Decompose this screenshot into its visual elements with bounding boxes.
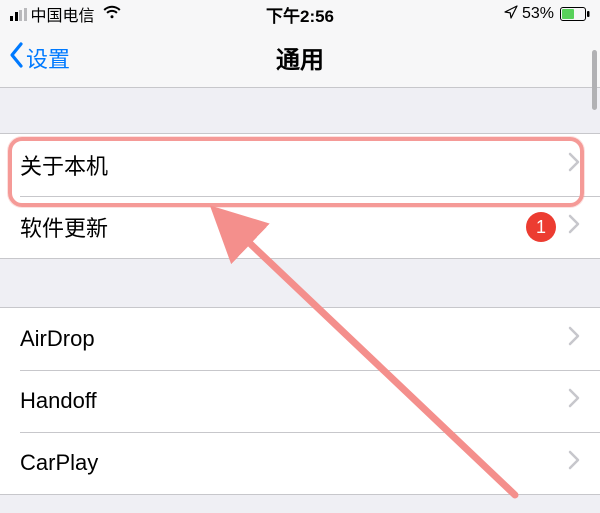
chevron-left-icon bbox=[8, 41, 24, 75]
chevron-right-icon bbox=[568, 325, 580, 353]
status-time: 下午2:56 bbox=[266, 2, 334, 27]
row-label: CarPlay bbox=[20, 450, 568, 476]
scrollbar[interactable] bbox=[592, 50, 597, 110]
location-icon bbox=[504, 5, 518, 24]
settings-group-2: AirDrop Handoff CarPlay bbox=[0, 307, 600, 495]
back-button[interactable]: 设置 bbox=[0, 41, 70, 75]
settings-group-1: 关于本机 软件更新 1 bbox=[0, 133, 600, 259]
battery-icon bbox=[560, 7, 590, 21]
row-label: Handoff bbox=[20, 388, 568, 414]
nav-bar: 设置 通用 bbox=[0, 28, 600, 88]
row-label: 软件更新 bbox=[20, 211, 526, 243]
row-label: 关于本机 bbox=[20, 149, 568, 181]
status-left: 中国电信 bbox=[10, 2, 121, 26]
back-label: 设置 bbox=[26, 42, 70, 74]
chevron-right-icon bbox=[568, 151, 580, 179]
carrier-label: 中国电信 bbox=[31, 2, 95, 26]
status-bar: 中国电信 下午2:56 53% bbox=[0, 0, 600, 28]
row-software-update[interactable]: 软件更新 1 bbox=[0, 196, 600, 258]
row-handoff[interactable]: Handoff bbox=[0, 370, 600, 432]
chevron-right-icon bbox=[568, 387, 580, 415]
chevron-right-icon bbox=[568, 213, 580, 241]
row-about[interactable]: 关于本机 bbox=[0, 134, 600, 196]
battery-pct: 53% bbox=[522, 5, 554, 23]
update-badge: 1 bbox=[526, 212, 556, 242]
status-right: 53% bbox=[504, 5, 590, 24]
row-carplay[interactable]: CarPlay bbox=[0, 432, 600, 494]
row-airdrop[interactable]: AirDrop bbox=[0, 308, 600, 370]
page-title: 通用 bbox=[276, 40, 324, 75]
wifi-icon bbox=[103, 5, 121, 24]
row-label: AirDrop bbox=[20, 326, 568, 352]
chevron-right-icon bbox=[568, 449, 580, 477]
signal-icon bbox=[10, 8, 27, 21]
